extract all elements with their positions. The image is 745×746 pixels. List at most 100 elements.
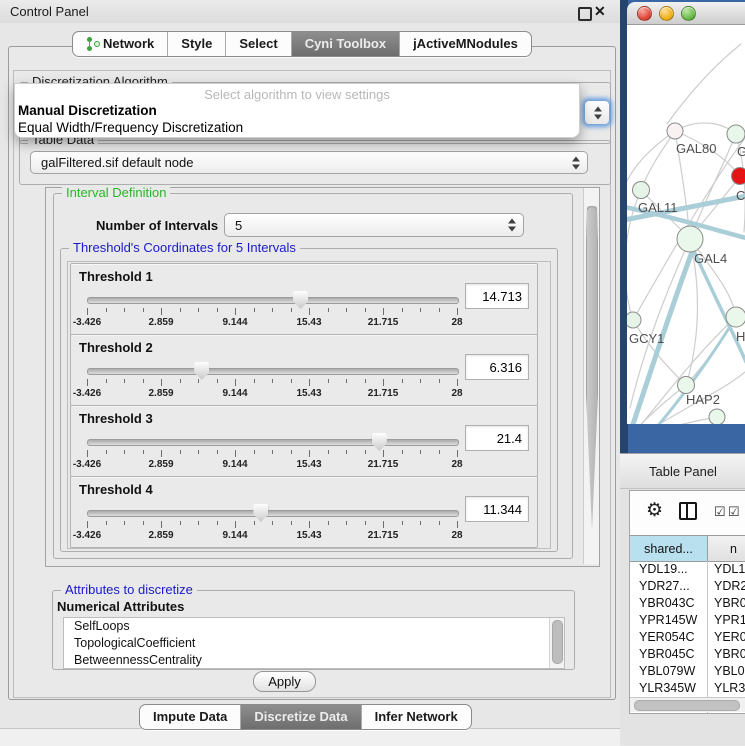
network-edge[interactable] (641, 131, 675, 190)
tab-select[interactable]: Select (225, 32, 290, 56)
checkbox-icon[interactable]: ☑ (714, 504, 726, 520)
network-node-ga[interactable] (727, 125, 745, 143)
column-header-name[interactable]: n (708, 536, 745, 561)
close-window-button[interactable] (637, 6, 652, 21)
tick-mark (254, 521, 255, 525)
table-row[interactable]: YBR043CYBR0 (630, 595, 745, 612)
scrollbar-thumb[interactable] (586, 206, 598, 530)
network-node-hap2[interactable] (678, 377, 695, 394)
network-edge[interactable] (667, 44, 741, 124)
table-row[interactable]: YLR345WYLR3 (630, 680, 745, 697)
close-panel-icon[interactable]: ✕ (594, 3, 606, 20)
minimize-window-button[interactable] (659, 6, 674, 21)
checkbox-icon[interactable]: ☑ (728, 504, 740, 520)
network-node-h[interactable] (726, 307, 745, 327)
threshold-slider[interactable]: -3.4262.8599.14415.4321.71528 (87, 503, 457, 543)
tab-cyni-toolbox[interactable]: Cyni Toolbox (291, 32, 399, 56)
table-data-combobox[interactable]: galFiltered.sif default node (30, 151, 588, 174)
tab-discretize-data[interactable]: Discretize Data (240, 705, 360, 729)
threshold-value-field[interactable] (465, 425, 529, 451)
tick-mark (309, 308, 310, 315)
network-window[interactable]: GAL80GACGAL11GAL4GCY1HHAP2 (627, 2, 745, 424)
tab-jactivemnodules[interactable]: jActiveMNodules (399, 32, 531, 56)
table-row[interactable]: YDR27...YDR2 (630, 578, 745, 595)
scrollbar-thumb[interactable] (634, 700, 740, 711)
table-row[interactable]: YPR145WYPR1 (630, 612, 745, 629)
tab-label: Network (103, 32, 154, 56)
network-node[interactable] (709, 409, 725, 424)
tick-mark (365, 308, 366, 312)
scrollbar-thumb[interactable] (552, 620, 563, 664)
network-node-gal4[interactable] (677, 226, 703, 252)
node-label: C (736, 188, 745, 203)
threshold-block-1: Threshold 1-3.4262.8599.14415.4321.71528 (70, 263, 538, 335)
slider-thumb-icon[interactable] (293, 291, 308, 309)
tab-infer-network[interactable]: Infer Network (361, 705, 471, 729)
list-scrollbar[interactable] (549, 618, 564, 668)
list-item[interactable]: SelfLoops (64, 618, 564, 635)
tab-network[interactable]: Network (73, 32, 167, 56)
node-table: ⚙ ☑ ☑ shared... n YDL19...YDL1YDR27...YD… (629, 490, 745, 714)
horizontal-scrollbar[interactable] (630, 697, 745, 712)
threshold-value-field[interactable] (465, 354, 529, 380)
tick-mark (291, 521, 292, 525)
tick-mark (420, 450, 421, 454)
network-node-gal11[interactable] (633, 182, 650, 199)
tick-mark (457, 450, 458, 457)
node-label: GAL4 (694, 251, 727, 266)
threshold-slider[interactable]: -3.4262.8599.14415.4321.71528 (87, 361, 457, 401)
table-row[interactable]: YBL079WYBL0 (630, 663, 745, 680)
tick-mark (383, 450, 384, 457)
slider-thumb-icon[interactable] (194, 362, 209, 380)
network-node-gcy1[interactable] (627, 312, 641, 328)
threshold-slider[interactable]: -3.4262.8599.14415.4321.71528 (87, 432, 457, 472)
tick-mark (106, 450, 107, 454)
network-graph[interactable]: GAL80GACGAL11GAL4GCY1HHAP2 (627, 25, 745, 424)
gear-icon[interactable]: ⚙ (646, 499, 663, 522)
slider-thumb-icon[interactable] (372, 433, 387, 451)
list-item[interactable]: BetweennessCentrality (64, 652, 564, 669)
algorithm-option-equal-width-frequency-discretization[interactable]: Equal Width/Frequency Discretization (18, 120, 243, 135)
tick-mark (457, 521, 458, 528)
apply-button[interactable]: Apply (253, 671, 316, 692)
tick-mark (254, 379, 255, 383)
tick-mark (124, 308, 125, 312)
tick-mark (235, 379, 236, 386)
combo-stepper-icon (594, 106, 602, 119)
algorithm-combobox[interactable] (584, 100, 610, 125)
network-node-gal80[interactable] (667, 123, 683, 139)
slider-track (87, 297, 459, 304)
tab-label: Infer Network (375, 705, 458, 729)
list-item[interactable]: TopologicalCoefficient (64, 635, 564, 652)
table-header-row: shared... n (630, 535, 745, 562)
network-view[interactable]: GAL80GACGAL11GAL4GCY1HHAP2 (627, 25, 745, 424)
split-view-icon[interactable] (679, 502, 697, 520)
num-intervals-combobox[interactable]: 5 (224, 213, 524, 237)
tick-mark (87, 308, 88, 315)
vertical-scrollbar[interactable] (583, 188, 599, 564)
numerical-attributes-list[interactable]: SelfLoopsTopologicalCoefficientBetweenne… (63, 617, 565, 669)
float-window-icon[interactable] (578, 7, 592, 21)
network-edge[interactable] (627, 417, 717, 424)
zoom-window-button[interactable] (681, 6, 696, 21)
network-node-c[interactable] (732, 168, 745, 185)
algorithm-option-manual-discretization[interactable]: Manual Discretization (18, 103, 157, 118)
tick-mark (180, 308, 181, 312)
tab-style[interactable]: Style (167, 32, 225, 56)
node-label: GAL80 (676, 141, 716, 156)
network-window-titlebar[interactable] (627, 2, 745, 25)
threshold-slider[interactable]: -3.4262.8599.14415.4321.71528 (87, 290, 457, 330)
column-header-shared-name[interactable]: shared... (630, 536, 708, 561)
threshold-value-field[interactable] (465, 283, 529, 309)
table-row[interactable]: YBR045CYBR0 (630, 646, 745, 663)
table-row[interactable]: YER054CYER0 (630, 629, 745, 646)
tab-impute-data[interactable]: Impute Data (140, 705, 240, 729)
tab-label: Discretize Data (254, 705, 347, 729)
table-row[interactable]: YDL19...YDL1 (630, 561, 745, 578)
cell-name: YBR0 (708, 595, 745, 612)
slider-thumb-icon[interactable] (253, 504, 268, 522)
threshold-value-field[interactable] (465, 496, 529, 522)
attributes-group: Attributes to discretize Numerical Attri… (52, 590, 575, 670)
interval-definition-group: Interval Definition Number of Intervals … (53, 193, 573, 559)
node-label: HAP2 (686, 392, 720, 407)
